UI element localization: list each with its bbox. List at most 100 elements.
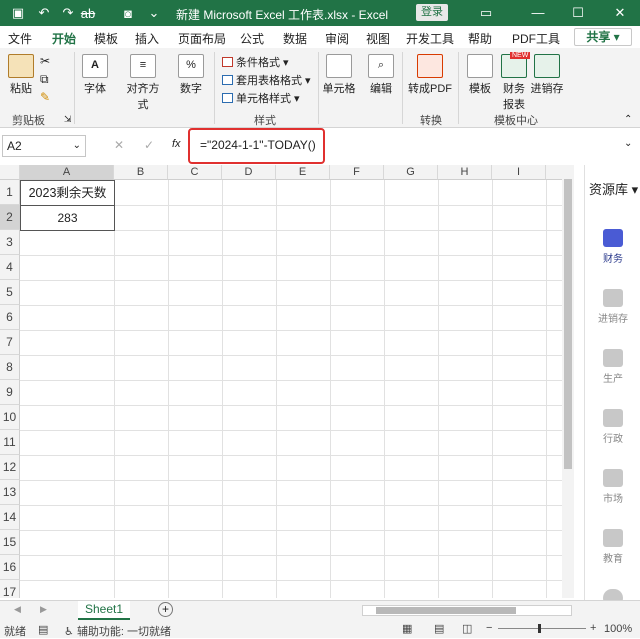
table-format-button[interactable]: 套用表格格式 ▾ — [222, 72, 311, 88]
page-layout-icon[interactable]: ▤ — [434, 622, 444, 635]
edit-button[interactable]: ⌕ 编辑 — [366, 54, 396, 96]
maximize-button[interactable]: ☐ — [566, 3, 590, 23]
finance-report-button[interactable]: 财务 报表 — [498, 54, 530, 112]
panel-item-admin[interactable]: 行政 — [585, 409, 640, 445]
close-button[interactable]: ✕ — [608, 3, 632, 23]
strikethrough-icon[interactable]: ab — [78, 4, 98, 22]
panel-item-finance[interactable]: 财务 — [585, 229, 640, 265]
number-button[interactable]: % 数字 — [176, 54, 206, 96]
expand-formula-icon[interactable]: ⌄ — [624, 138, 632, 149]
tab-view[interactable]: 视图 — [366, 30, 390, 47]
tab-help[interactable]: 帮助 — [468, 30, 492, 47]
zoom-in-icon[interactable]: + — [590, 622, 596, 634]
col-header-d[interactable]: D — [222, 165, 276, 180]
row-header-7[interactable]: 7 — [0, 330, 20, 355]
ribbon-display-icon[interactable]: ▭ — [474, 3, 498, 23]
undo-icon[interactable]: ↶ — [34, 4, 54, 22]
accessibility-status[interactable]: ♿ 辅助功能: 一切就绪 — [64, 623, 171, 639]
row-header-9[interactable]: 9 — [0, 380, 20, 405]
tab-review[interactable]: 审阅 — [325, 30, 349, 47]
col-header-c[interactable]: C — [168, 165, 222, 180]
next-sheet-icon[interactable]: ▶ — [40, 604, 47, 615]
col-header-i[interactable]: I — [492, 165, 546, 180]
zoom-out-icon[interactable]: − — [486, 622, 492, 634]
prev-sheet-icon[interactable]: ◀ — [14, 604, 21, 615]
template-button[interactable]: 模板 — [464, 54, 496, 96]
share-button[interactable]: 共享 ▾ — [574, 28, 632, 46]
row-header-11[interactable]: 11 — [0, 430, 20, 455]
cell-a1[interactable]: 2023剩余天数 — [20, 180, 115, 206]
login-button[interactable]: 登录 — [416, 4, 448, 21]
row-header-4[interactable]: 4 — [0, 255, 20, 280]
scroll-thumb[interactable] — [564, 179, 572, 469]
cancel-icon[interactable]: ✕ — [114, 138, 124, 152]
macro-icon[interactable]: ▤ — [38, 623, 48, 636]
inventory-button[interactable]: 进销存 — [530, 54, 564, 96]
format-painter-icon[interactable]: ✎ — [40, 90, 50, 104]
tab-home[interactable]: 开始 — [52, 30, 77, 51]
page-break-icon[interactable]: ◫ — [462, 622, 472, 635]
tab-insert[interactable]: 插入 — [135, 30, 159, 47]
select-all-corner[interactable] — [0, 165, 20, 180]
row-header-14[interactable]: 14 — [0, 505, 20, 530]
camera-icon[interactable]: ◙ — [118, 4, 138, 22]
col-header-e[interactable]: E — [276, 165, 330, 180]
col-header-g[interactable]: G — [384, 165, 438, 180]
row-header-6[interactable]: 6 — [0, 305, 20, 330]
row-header-3[interactable]: 3 — [0, 230, 20, 255]
row-header-17[interactable]: 17 — [0, 580, 20, 598]
copy-icon[interactable]: ⧉ — [40, 72, 49, 87]
cell-style-button[interactable]: 单元格样式 ▾ — [222, 90, 300, 106]
row-header-12[interactable]: 12 — [0, 455, 20, 480]
col-header-f[interactable]: F — [330, 165, 384, 180]
minimize-button[interactable]: — — [526, 3, 550, 23]
row-header-5[interactable]: 5 — [0, 280, 20, 305]
sheet-tab-sheet1[interactable]: Sheet1 — [78, 601, 130, 620]
row-header-2[interactable]: 2 — [0, 205, 20, 230]
panel-item-label: 进销存 — [598, 314, 628, 325]
zoom-level[interactable]: 100% — [604, 623, 632, 635]
row-header-1[interactable]: 1 — [0, 180, 20, 205]
insert-function-icon[interactable]: fx — [172, 138, 181, 150]
font-button[interactable]: A 字体 — [80, 54, 110, 96]
redo-icon[interactable]: ↷ — [58, 4, 78, 22]
panel-item-education[interactable]: 教育 — [585, 529, 640, 565]
tab-template[interactable]: 模板 — [94, 30, 118, 47]
tab-developer[interactable]: 开发工具 — [406, 30, 454, 47]
panel-item-production[interactable]: 生产 — [585, 349, 640, 385]
dialog-launcher-icon[interactable]: ⇲ — [64, 114, 72, 125]
row-header-10[interactable]: 10 — [0, 405, 20, 430]
tab-formulas[interactable]: 公式 — [240, 30, 264, 47]
zoom-slider[interactable] — [498, 628, 586, 629]
zoom-slider-handle[interactable] — [538, 624, 541, 633]
name-box[interactable]: A2 ⌄ — [2, 135, 86, 157]
horizontal-scroll-thumb[interactable] — [376, 607, 516, 614]
confirm-icon[interactable]: ✓ — [144, 138, 154, 152]
col-header-b[interactable]: B — [114, 165, 168, 180]
panel-item-market[interactable]: 市场 — [585, 469, 640, 505]
cell-a2[interactable]: 283 — [20, 205, 115, 231]
align-button[interactable]: ≡ 对齐方式 — [122, 54, 164, 112]
more-icon[interactable]: ⌄ — [144, 4, 164, 22]
save-icon[interactable]: ▣ — [8, 4, 28, 22]
add-sheet-icon[interactable]: + — [158, 602, 173, 617]
cells-button[interactable]: 单元格 — [322, 54, 356, 96]
panel-item-inventory[interactable]: 进销存 — [585, 289, 640, 325]
col-header-a[interactable]: A — [20, 165, 114, 180]
row-header-13[interactable]: 13 — [0, 480, 20, 505]
row-header-16[interactable]: 16 — [0, 555, 20, 580]
conditional-format-button[interactable]: 条件格式 ▾ — [222, 54, 289, 70]
row-header-15[interactable]: 15 — [0, 530, 20, 555]
spreadsheet-grid[interactable]: A B C D E F G H I 1 2 3 4 5 6 7 8 9 10 1… — [0, 165, 574, 598]
paste-button[interactable]: 粘贴 — [6, 54, 36, 96]
tab-data[interactable]: 数据 — [283, 30, 307, 47]
col-header-h[interactable]: H — [438, 165, 492, 180]
row-header-8[interactable]: 8 — [0, 355, 20, 380]
to-pdf-button[interactable]: 转成PDF — [408, 54, 452, 96]
normal-view-icon[interactable]: ▦ — [402, 622, 412, 635]
tab-pdf-tools[interactable]: PDF工具 — [512, 30, 560, 47]
tab-page-layout[interactable]: 页面布局 — [178, 30, 226, 47]
collapse-ribbon-icon[interactable]: ⌃ — [624, 114, 632, 125]
cut-icon[interactable]: ✂ — [40, 54, 50, 68]
tab-file[interactable]: 文件 — [8, 30, 32, 47]
